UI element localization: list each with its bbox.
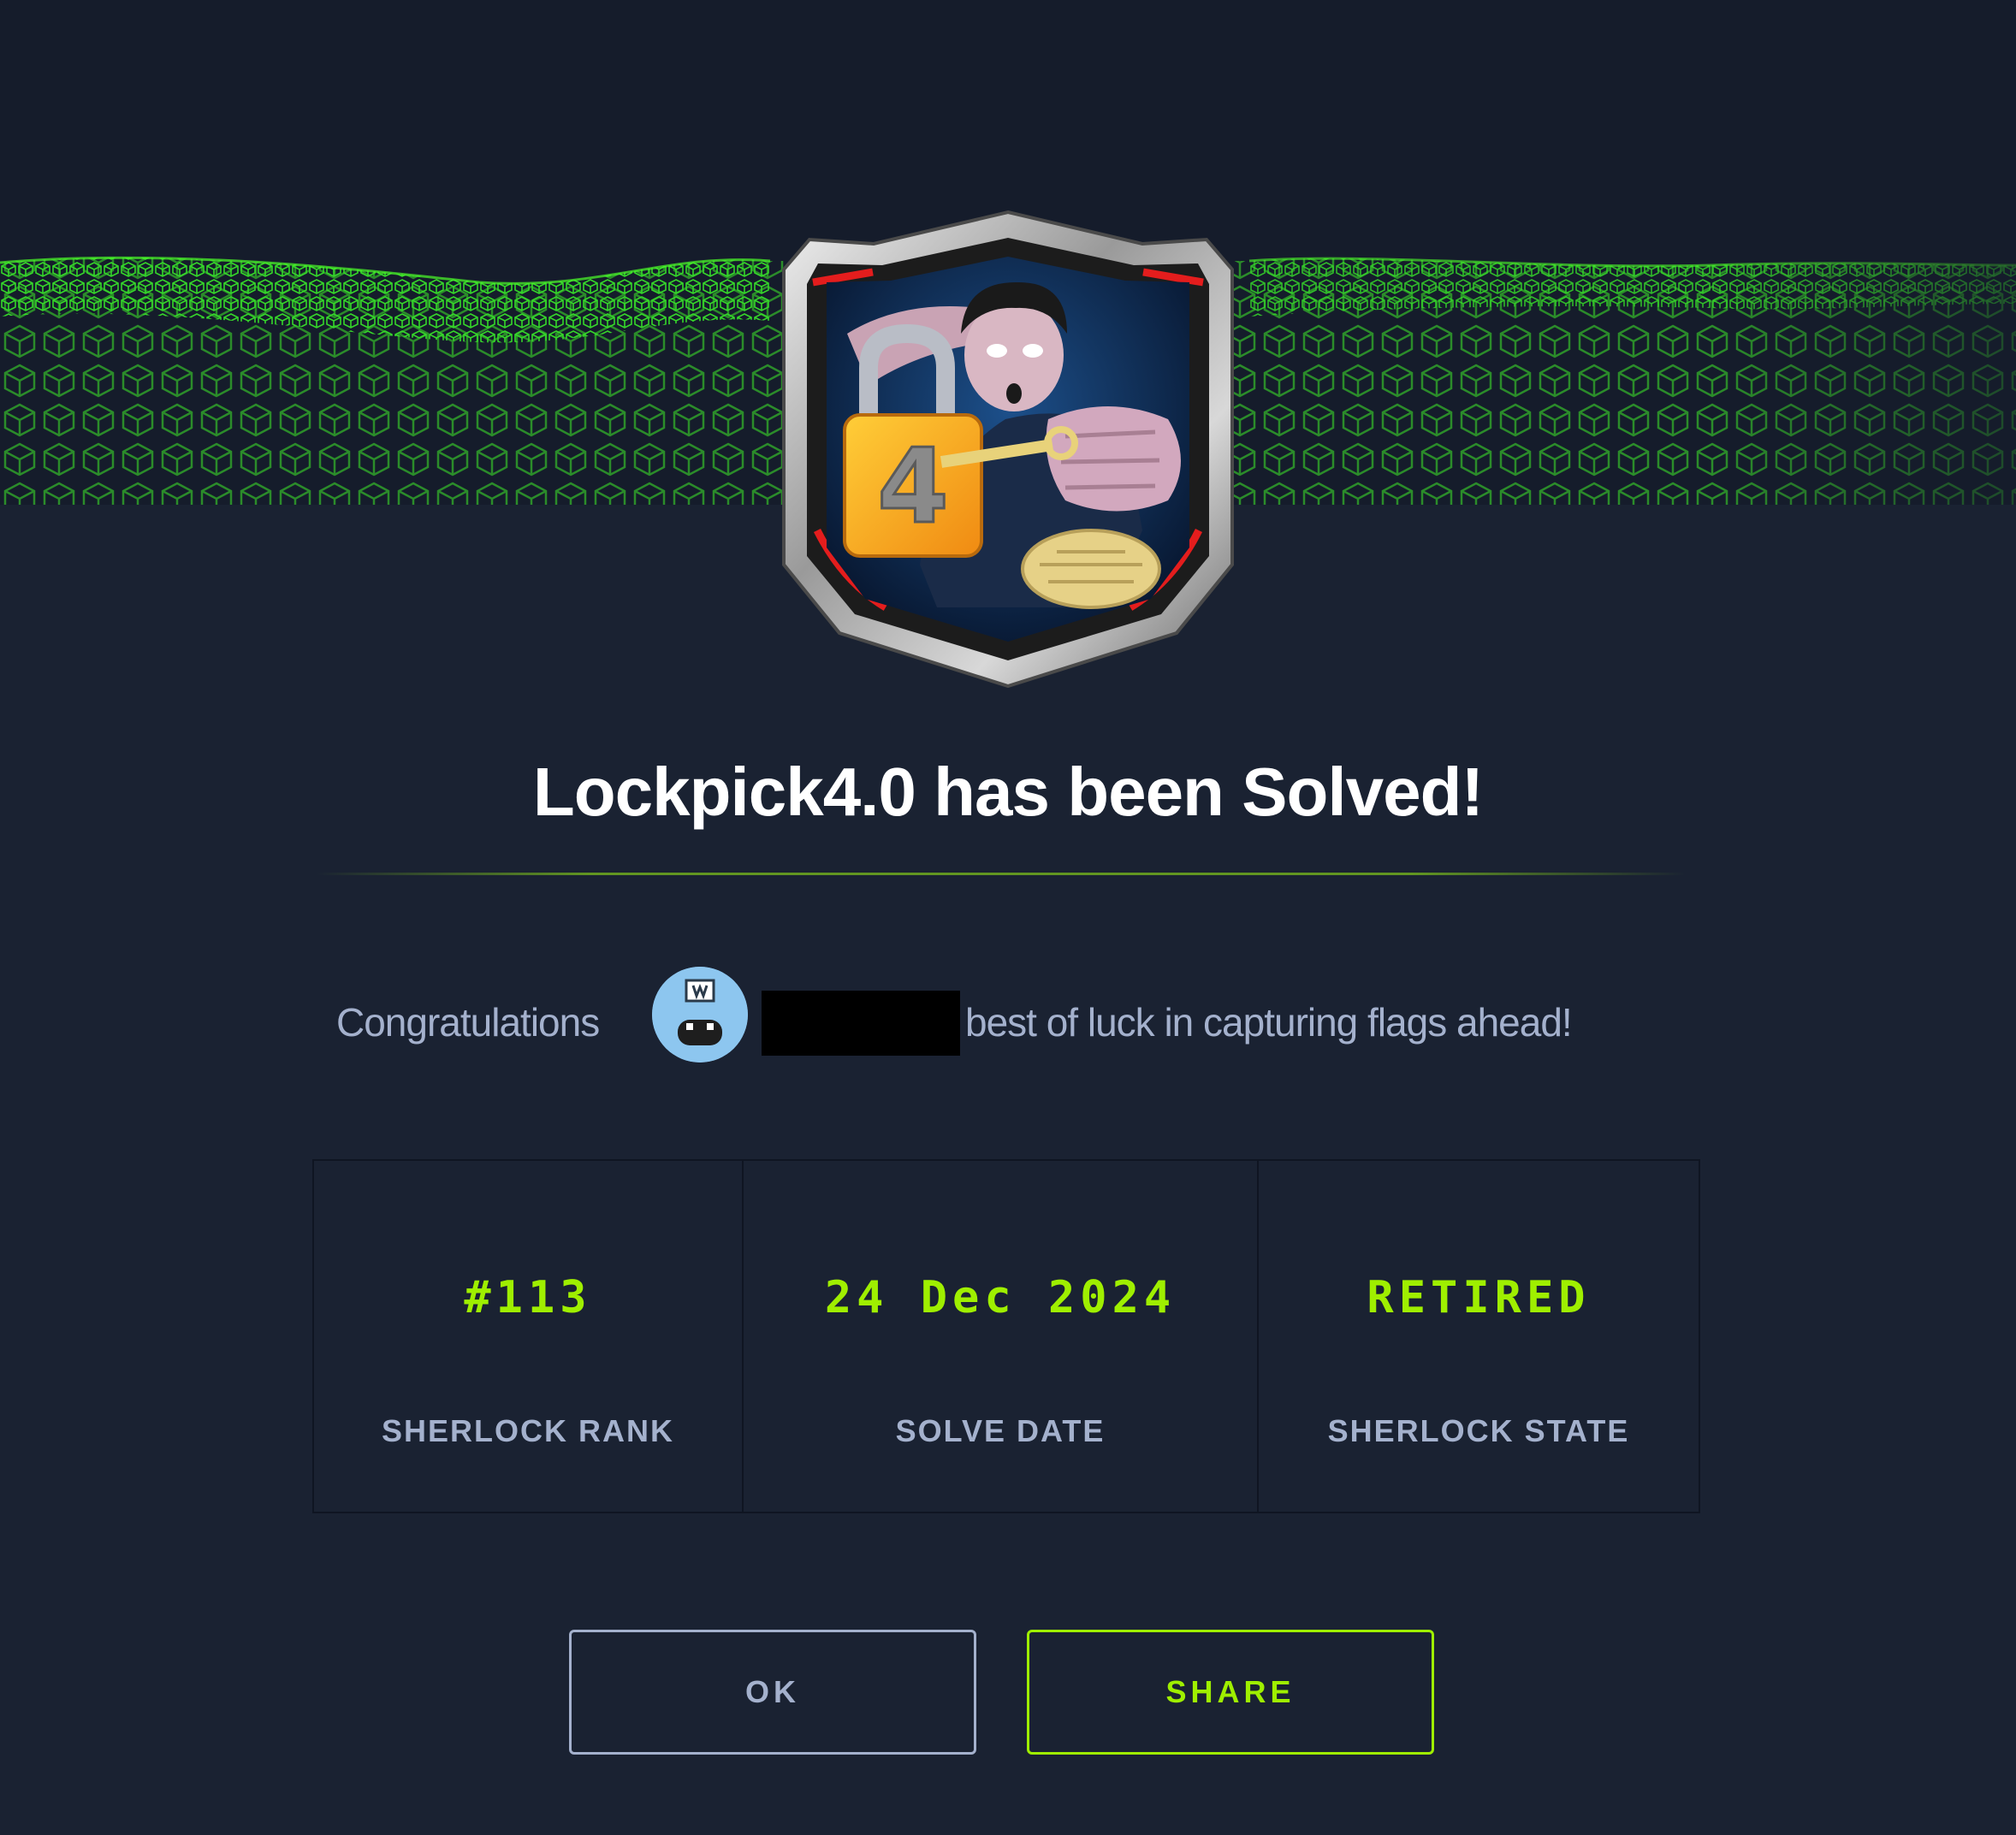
- page-title: Lockpick4.0 has been Solved!: [532, 754, 1484, 830]
- congrats-message: Congratulations best of luck in capturin…: [0, 967, 2016, 1065]
- stat-label: SOLVE DATE: [895, 1413, 1106, 1448]
- title-divider: [317, 873, 1686, 875]
- lockpick-badge-icon: 4: [766, 205, 1250, 693]
- stat-label: SHERLOCK STATE: [1327, 1413, 1630, 1448]
- ok-button[interactable]: OK: [569, 1630, 976, 1755]
- stat-sherlock-rank: #113 SHERLOCK RANK: [314, 1161, 744, 1512]
- congrats-prefix-text: Congratulations: [336, 1000, 600, 1045]
- stat-solve-date: 24 Dec 2024 SOLVE DATE: [744, 1161, 1259, 1512]
- stat-value: RETIRED: [1367, 1272, 1591, 1323]
- share-button[interactable]: SHARE: [1027, 1630, 1434, 1755]
- stat-sherlock-state: RETIRED SHERLOCK STATE: [1259, 1161, 1699, 1512]
- stat-label: SHERLOCK RANK: [381, 1413, 674, 1448]
- congrats-suffix-text: best of luck in capturing flags ahead!: [965, 1000, 1573, 1045]
- svg-text:4: 4: [877, 428, 949, 547]
- stat-value: 24 Dec 2024: [824, 1272, 1177, 1323]
- stat-value: #113: [464, 1272, 592, 1323]
- stats-panel: #113 SHERLOCK RANK 24 Dec 2024 SOLVE DAT…: [312, 1159, 1700, 1513]
- redacted-username: [762, 991, 960, 1056]
- user-avatar-icon: [652, 967, 748, 1063]
